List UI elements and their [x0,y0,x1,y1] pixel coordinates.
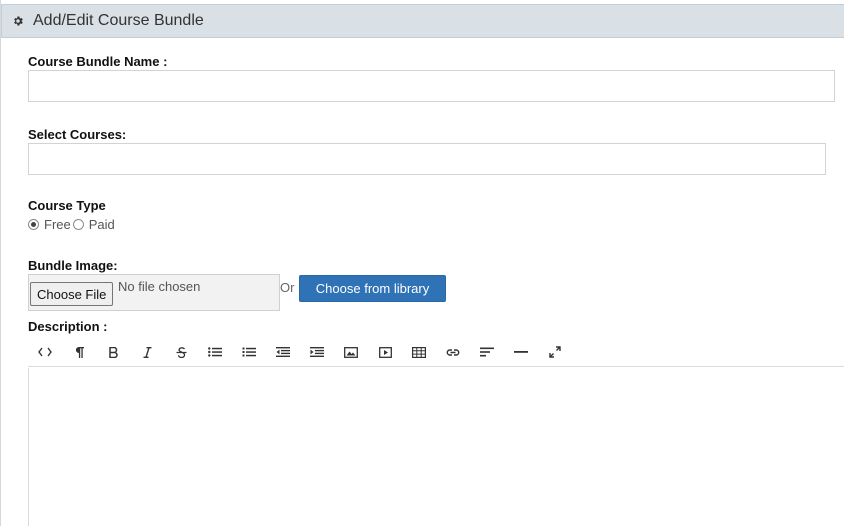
select-courses-label: Select Courses: [28,127,127,142]
unordered-list-icon[interactable] [198,339,232,365]
panel-header: Add/Edit Course Bundle [1,4,844,38]
align-icon[interactable] [470,339,504,365]
bold-icon[interactable] [96,339,130,365]
select-courses-input[interactable] [28,143,826,175]
course-bundle-panel: Add/Edit Course Bundle Course Bundle Nam… [0,0,844,526]
video-icon[interactable] [368,339,402,365]
indent-icon[interactable] [300,339,334,365]
bundle-name-label: Course Bundle Name : [28,54,168,69]
italic-icon[interactable] [130,339,164,365]
free-radio-label: Free [44,217,71,232]
link-icon[interactable] [436,339,470,365]
description-label: Description : [28,319,108,334]
paragraph-icon[interactable] [62,339,96,365]
course-type-radio-group: Free Paid [28,217,115,232]
outdent-icon[interactable] [266,339,300,365]
or-text: Or [280,280,295,295]
choose-from-library-button[interactable]: Choose from library [299,275,446,302]
gear-icon [11,14,25,28]
strikethrough-icon[interactable] [164,339,198,365]
description-editor[interactable] [28,368,844,526]
fullscreen-icon[interactable] [538,339,572,365]
paid-radio-label: Paid [88,217,115,232]
table-icon[interactable] [402,339,436,365]
horizontal-rule-icon[interactable] [504,339,538,365]
course-type-label: Course Type [28,198,106,213]
paid-radio[interactable] [72,219,84,230]
no-file-text: No file chosen [118,279,201,294]
page-title: Add/Edit Course Bundle [33,12,204,29]
bundle-name-input[interactable] [28,70,835,102]
editor-toolbar [28,338,844,367]
bundle-image-label: Bundle Image: [28,258,118,273]
image-icon[interactable] [334,339,368,365]
file-input: Choose File No file chosen [28,274,280,311]
code-view-icon[interactable] [28,339,62,365]
ordered-list-icon[interactable] [232,339,266,365]
free-radio[interactable] [28,219,39,230]
choose-file-button[interactable]: Choose File [30,282,114,306]
